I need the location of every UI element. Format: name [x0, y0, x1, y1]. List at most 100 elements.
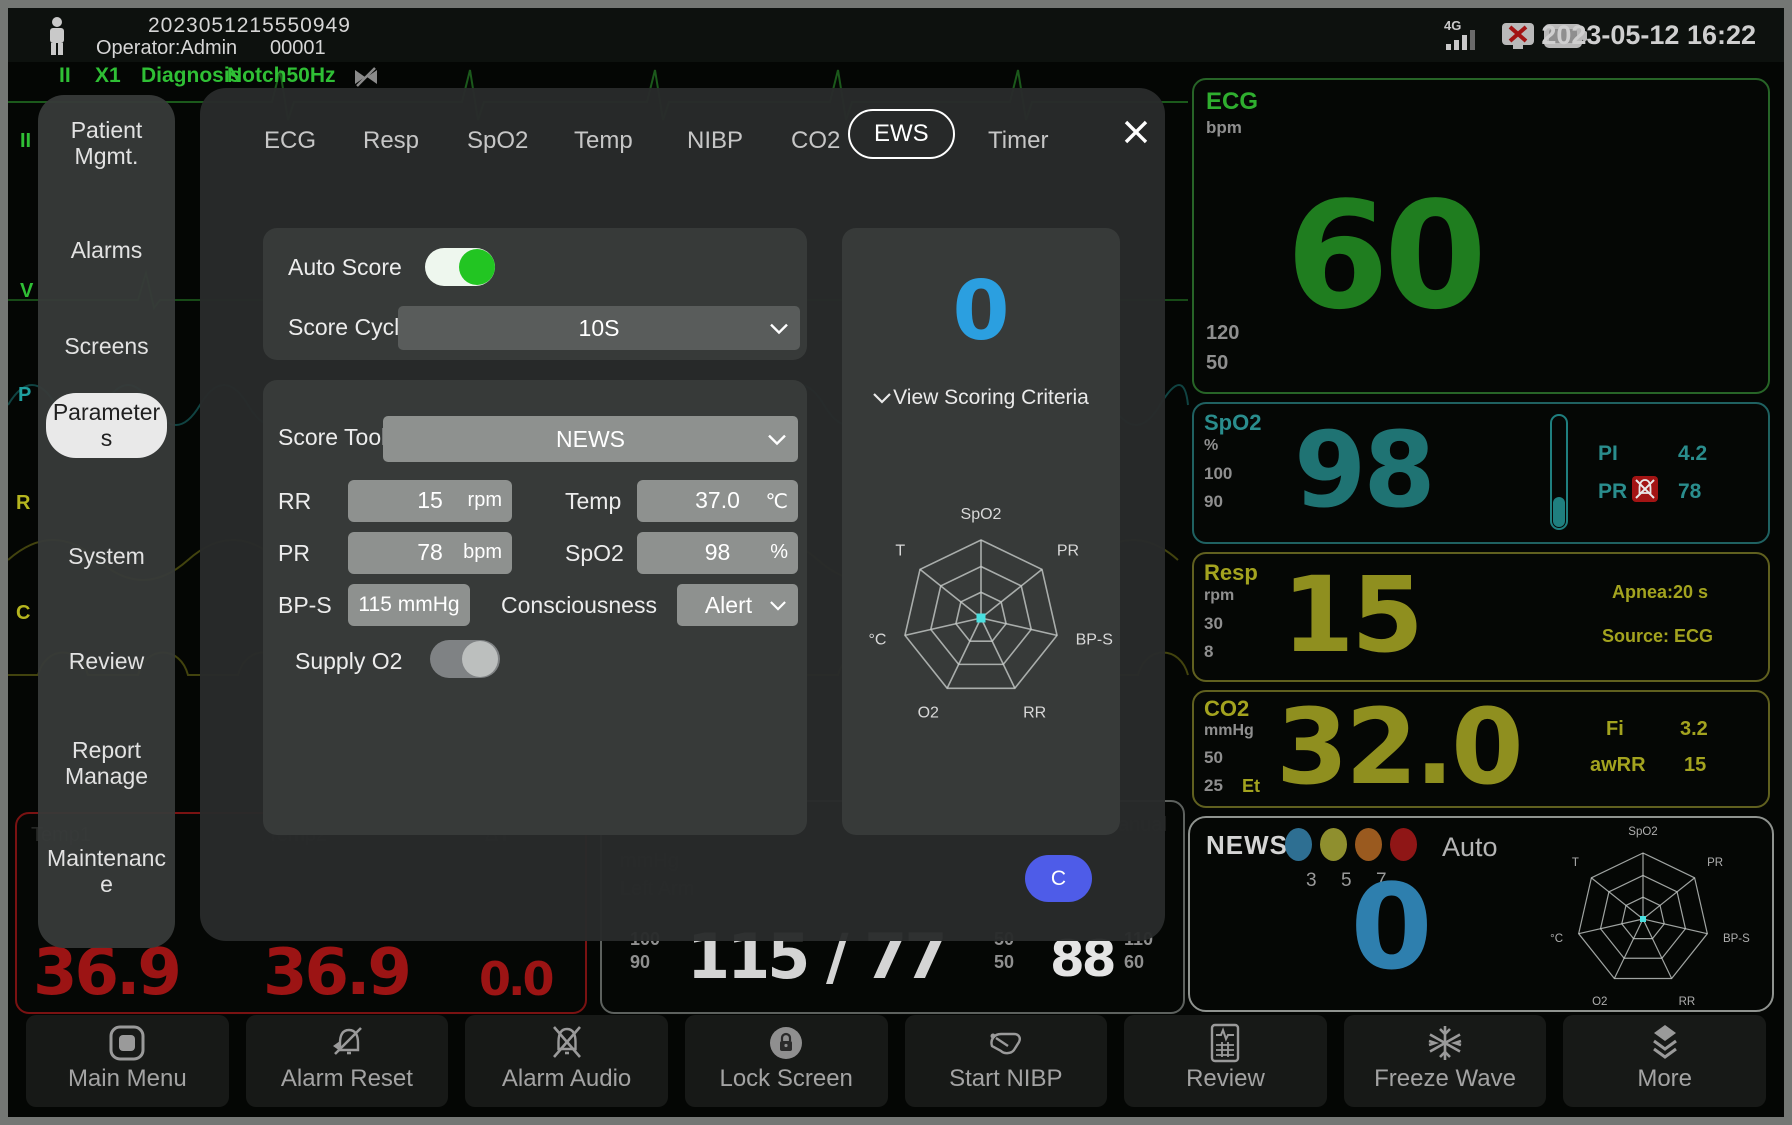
tab-temp[interactable]: Temp — [568, 118, 639, 164]
alarm-reset-button[interactable]: Alarm Reset — [246, 1015, 449, 1107]
sidebar-item-system[interactable]: System — [46, 543, 167, 569]
ecg-tile[interactable]: ECG bpm 60 120 50 — [1192, 78, 1770, 394]
alarm-audio-button[interactable]: Alarm Audio — [465, 1015, 668, 1107]
svg-text:PR: PR — [1057, 543, 1079, 560]
co2-high-limit: 50 — [1204, 748, 1223, 768]
lock-screen-button[interactable]: Lock Screen — [685, 1015, 888, 1107]
consciousness-select[interactable]: Alert — [677, 584, 798, 626]
wave-label-pleth: P — [18, 384, 31, 407]
svg-text:SpO2: SpO2 — [961, 506, 1002, 523]
news-dot-critical — [1390, 828, 1417, 861]
resp-tile[interactable]: Resp rpm 30 8 15 Apnea:20 s Source: ECG — [1192, 552, 1770, 682]
svg-text:T: T — [1572, 857, 1579, 869]
sidebar-item-report-manage[interactable]: Report Manage — [46, 737, 167, 790]
layers-more-icon — [1646, 1023, 1684, 1063]
news-threshold-3: 3 — [1306, 870, 1317, 892]
tab-resp[interactable]: Resp — [357, 118, 425, 164]
score-tool-label: Score Tool — [278, 424, 386, 451]
svg-text:T: T — [895, 543, 905, 560]
spo2-tile-unit: % — [1204, 437, 1218, 455]
auto-score-section: Auto Score Score Cycle 10S — [263, 228, 807, 360]
auto-score-toggle[interactable] — [425, 248, 495, 286]
news-score-value: 0 — [1340, 858, 1440, 996]
apnea-setting: Apnea:20 s — [1612, 582, 1708, 603]
sidebar-item-screens[interactable]: Screens — [46, 333, 167, 359]
bottom-toolbar: Main Menu Alarm Reset Alarm Audio — [16, 1013, 1776, 1109]
pacer-off-icon — [353, 66, 379, 88]
chevron-down-icon — [770, 601, 786, 611]
sidebar-item-maintenance[interactable]: Maintenance — [46, 845, 167, 898]
svg-text:SpO2: SpO2 — [1628, 826, 1657, 838]
tab-nibp[interactable]: NIBP — [681, 118, 749, 164]
chevron-down-icon — [873, 393, 891, 404]
display-area: 2023051215550949 Operator:Admin 00001 4G… — [8, 8, 1784, 1117]
supply-o2-label: Supply O2 — [295, 648, 402, 675]
sidebar-item-parameters[interactable]: Parameters — [46, 393, 167, 458]
news-dot-low — [1285, 828, 1312, 861]
news-mode: Auto — [1442, 832, 1498, 863]
main-menu-icon — [108, 1023, 146, 1063]
pi-value: 4.2 — [1678, 442, 1707, 466]
score-tool-section: Score Tool NEWS RR 15 rpm Temp 37.0 ℃ PR… — [263, 380, 807, 835]
tab-ews[interactable]: EWS — [848, 109, 955, 159]
spo2-input[interactable]: 98 % — [637, 532, 798, 574]
news-threshold-dots — [1285, 828, 1417, 861]
svg-text:O2: O2 — [1592, 996, 1607, 1008]
auto-score-label: Auto Score — [288, 254, 402, 281]
more-button[interactable]: More — [1563, 1015, 1766, 1107]
awrr-label: awRR — [1590, 754, 1646, 777]
spo2-unit: % — [770, 541, 788, 564]
review-button[interactable]: Review — [1124, 1015, 1327, 1107]
supply-o2-toggle[interactable] — [430, 640, 500, 678]
snowflake-icon — [1426, 1023, 1464, 1063]
resp-source: Source: ECG — [1602, 626, 1713, 647]
main-menu-button[interactable]: Main Menu — [26, 1015, 229, 1107]
consciousness-value: Alert — [705, 592, 752, 619]
bps-input[interactable]: 115 mmHg — [348, 584, 470, 626]
news-dot-medium — [1320, 828, 1347, 861]
fi-label: Fi — [1606, 718, 1624, 741]
auto-score-toggle-knob — [459, 249, 495, 285]
chevron-down-icon — [768, 435, 786, 446]
tab-timer[interactable]: Timer — [982, 118, 1054, 164]
resp-value: 15 — [1282, 554, 1421, 676]
start-nibp-button[interactable]: Start NIBP — [905, 1015, 1108, 1107]
rr-input[interactable]: 15 rpm — [348, 480, 512, 522]
close-icon[interactable] — [1122, 118, 1150, 146]
spo2-low-limit: 90 — [1204, 492, 1223, 512]
pr-label: PR — [1598, 480, 1627, 504]
bps-label: BP-S — [278, 592, 332, 619]
settings-sidebar: Patient Mgmt. Alarms Screens Parameters … — [38, 95, 175, 948]
co2-value: 32.0 — [1276, 686, 1521, 808]
fi-value: 3.2 — [1680, 718, 1708, 741]
freeze-wave-button[interactable]: Freeze Wave — [1344, 1015, 1547, 1107]
hr-high-limit: 120 — [1206, 322, 1239, 345]
tab-spo2[interactable]: SpO2 — [461, 118, 534, 164]
tab-ecg[interactable]: ECG — [258, 118, 322, 164]
spo2-tile-title: SpO2 — [1204, 410, 1261, 436]
spo2-value: 98 — [1294, 409, 1433, 531]
news-tile[interactable]: NEWS 3 5 7 Auto 0 SpO2PRBP-SRRO2°CT — [1188, 816, 1774, 1012]
sidebar-item-alarms[interactable]: Alarms — [46, 237, 167, 263]
temp2-value: 36.9 — [263, 936, 409, 1010]
score-cycle-value: 10S — [579, 315, 620, 342]
spo2-tile[interactable]: SpO2 % 100 90 98 PI 4.2 PR 78 — [1192, 402, 1770, 544]
sidebar-item-review[interactable]: Review — [46, 648, 167, 674]
pr-input[interactable]: 78 bpm — [348, 532, 512, 574]
tab-co2[interactable]: CO2 — [785, 118, 846, 164]
svg-text:BP-S: BP-S — [1723, 933, 1750, 945]
spo2-high-limit: 100 — [1204, 464, 1232, 484]
pr-label: PR — [278, 540, 310, 567]
wave-label-co2: C — [16, 602, 30, 625]
temp-input[interactable]: 37.0 ℃ — [637, 480, 798, 522]
score-cycle-select[interactable]: 10S — [398, 306, 800, 350]
svg-text:BP-S: BP-S — [1076, 632, 1113, 649]
confirm-button[interactable]: C — [1025, 855, 1092, 902]
view-scoring-criteria-link[interactable]: View Scoring Criteria — [842, 386, 1120, 410]
resp-high-limit: 30 — [1204, 614, 1223, 634]
sidebar-item-patient-mgmt[interactable]: Patient Mgmt. — [46, 117, 167, 170]
co2-tile[interactable]: CO2 mmHg 50 25 Et 32.0 Fi 3.2 awRR 15 — [1192, 690, 1770, 808]
co2-tile-unit: mmHg — [1204, 722, 1254, 740]
score-tool-select[interactable]: NEWS — [383, 416, 798, 462]
consciousness-label: Consciousness — [501, 592, 657, 619]
